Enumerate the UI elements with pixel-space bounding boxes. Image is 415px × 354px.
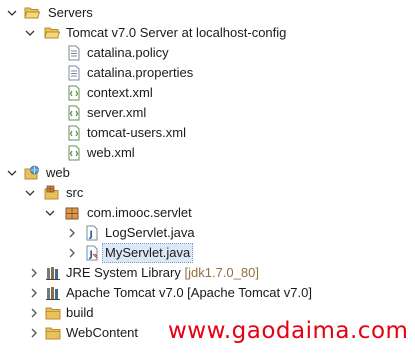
- xml-file-icon: [66, 85, 82, 101]
- library-icon: [45, 265, 61, 281]
- tree-item-tomcat-library[interactable]: Apache Tomcat v7.0 [Apache Tomcat v7.0]: [0, 283, 415, 303]
- xml-file-icon: [66, 125, 82, 141]
- tree-item-jre-library[interactable]: JRE System Library [jdk1.7.0_80]: [0, 263, 415, 283]
- tree-item-src[interactable]: src: [0, 183, 415, 203]
- tree-item-tomcat-config[interactable]: Tomcat v7.0 Server at localhost-config: [0, 23, 415, 43]
- tree-item-label: MyServlet.java: [102, 243, 194, 263]
- tree-item-label: web.xml: [87, 145, 135, 160]
- folder-icon: [45, 325, 61, 341]
- tree-item-file[interactable]: tomcat-users.xml: [0, 123, 415, 143]
- tree-item-label: Servers: [48, 5, 93, 20]
- library-version: [jdk1.7.0_80]: [184, 265, 259, 280]
- source-folder-icon: [44, 185, 60, 201]
- svg-text:J: J: [89, 230, 93, 240]
- tree-item-file[interactable]: catalina.policy: [0, 43, 415, 63]
- tree-item-label: catalina.policy: [87, 45, 169, 60]
- tree-item-file[interactable]: server.xml: [0, 103, 415, 123]
- folder-open-icon: [24, 5, 41, 21]
- chevron-right-icon[interactable]: [66, 227, 78, 239]
- text-file-icon: [66, 45, 82, 61]
- tree-item-label: catalina.properties: [87, 65, 194, 80]
- text-file-icon: [66, 65, 82, 81]
- tree-item-label: com.imooc.servlet: [87, 205, 192, 220]
- xml-file-icon: [66, 105, 82, 121]
- tree-item-label: server.xml: [87, 105, 147, 120]
- chevron-right-icon[interactable]: [28, 287, 40, 299]
- tree-item-label: src: [66, 185, 84, 200]
- tree-item-label: web: [46, 165, 70, 180]
- folder-open-icon: [44, 25, 61, 41]
- chevron-down-icon[interactable]: [44, 207, 56, 219]
- tree-item-label: build: [66, 305, 94, 320]
- tree-item-file[interactable]: context.xml: [0, 83, 415, 103]
- library-name: JRE System Library: [66, 265, 181, 280]
- web-project-icon: [24, 165, 40, 181]
- java-file-icon: J: [84, 245, 100, 261]
- tree-item-label: LogServlet.java: [105, 225, 195, 240]
- tree-item-file[interactable]: web.xml: [0, 143, 415, 163]
- chevron-down-icon[interactable]: [6, 167, 18, 179]
- tree-item-label: tomcat-users.xml: [87, 125, 186, 140]
- svg-text:J: J: [89, 250, 93, 260]
- chevron-right-icon[interactable]: [28, 267, 40, 279]
- tree-item-label: Apache Tomcat v7.0 [Apache Tomcat v7.0]: [66, 285, 312, 300]
- chevron-right-icon[interactable]: [66, 247, 78, 259]
- xml-file-icon: [66, 145, 82, 161]
- tree-item-file[interactable]: catalina.properties: [0, 63, 415, 83]
- chevron-right-icon[interactable]: [28, 307, 40, 319]
- tree-item-label: context.xml: [87, 85, 153, 100]
- tree-item-java-file[interactable]: J LogServlet.java: [0, 223, 415, 243]
- watermark: www.gaodaima.com: [168, 318, 409, 344]
- tree-item-web-project[interactable]: web: [0, 163, 415, 183]
- tree-item-package[interactable]: com.imooc.servlet: [0, 203, 415, 223]
- folder-icon: [45, 305, 61, 321]
- tree-item-label: Tomcat v7.0 Server at localhost-config: [66, 25, 287, 40]
- tree-item-servers[interactable]: Servers: [0, 3, 415, 23]
- chevron-down-icon[interactable]: [6, 7, 18, 19]
- chevron-down-icon[interactable]: [24, 27, 36, 39]
- package-icon: [64, 205, 80, 221]
- chevron-down-icon[interactable]: [24, 187, 36, 199]
- tree-item-java-file-selected[interactable]: J MyServlet.java: [0, 243, 415, 263]
- tree-item-label: WebContent: [66, 325, 139, 340]
- tree-item-label: JRE System Library [jdk1.7.0_80]: [66, 263, 259, 283]
- chevron-right-icon[interactable]: [28, 327, 40, 339]
- project-explorer-tree: Servers Tomcat v7.0 Server at localhost-…: [0, 0, 415, 354]
- java-file-icon: J: [84, 225, 100, 241]
- library-icon: [45, 285, 61, 301]
